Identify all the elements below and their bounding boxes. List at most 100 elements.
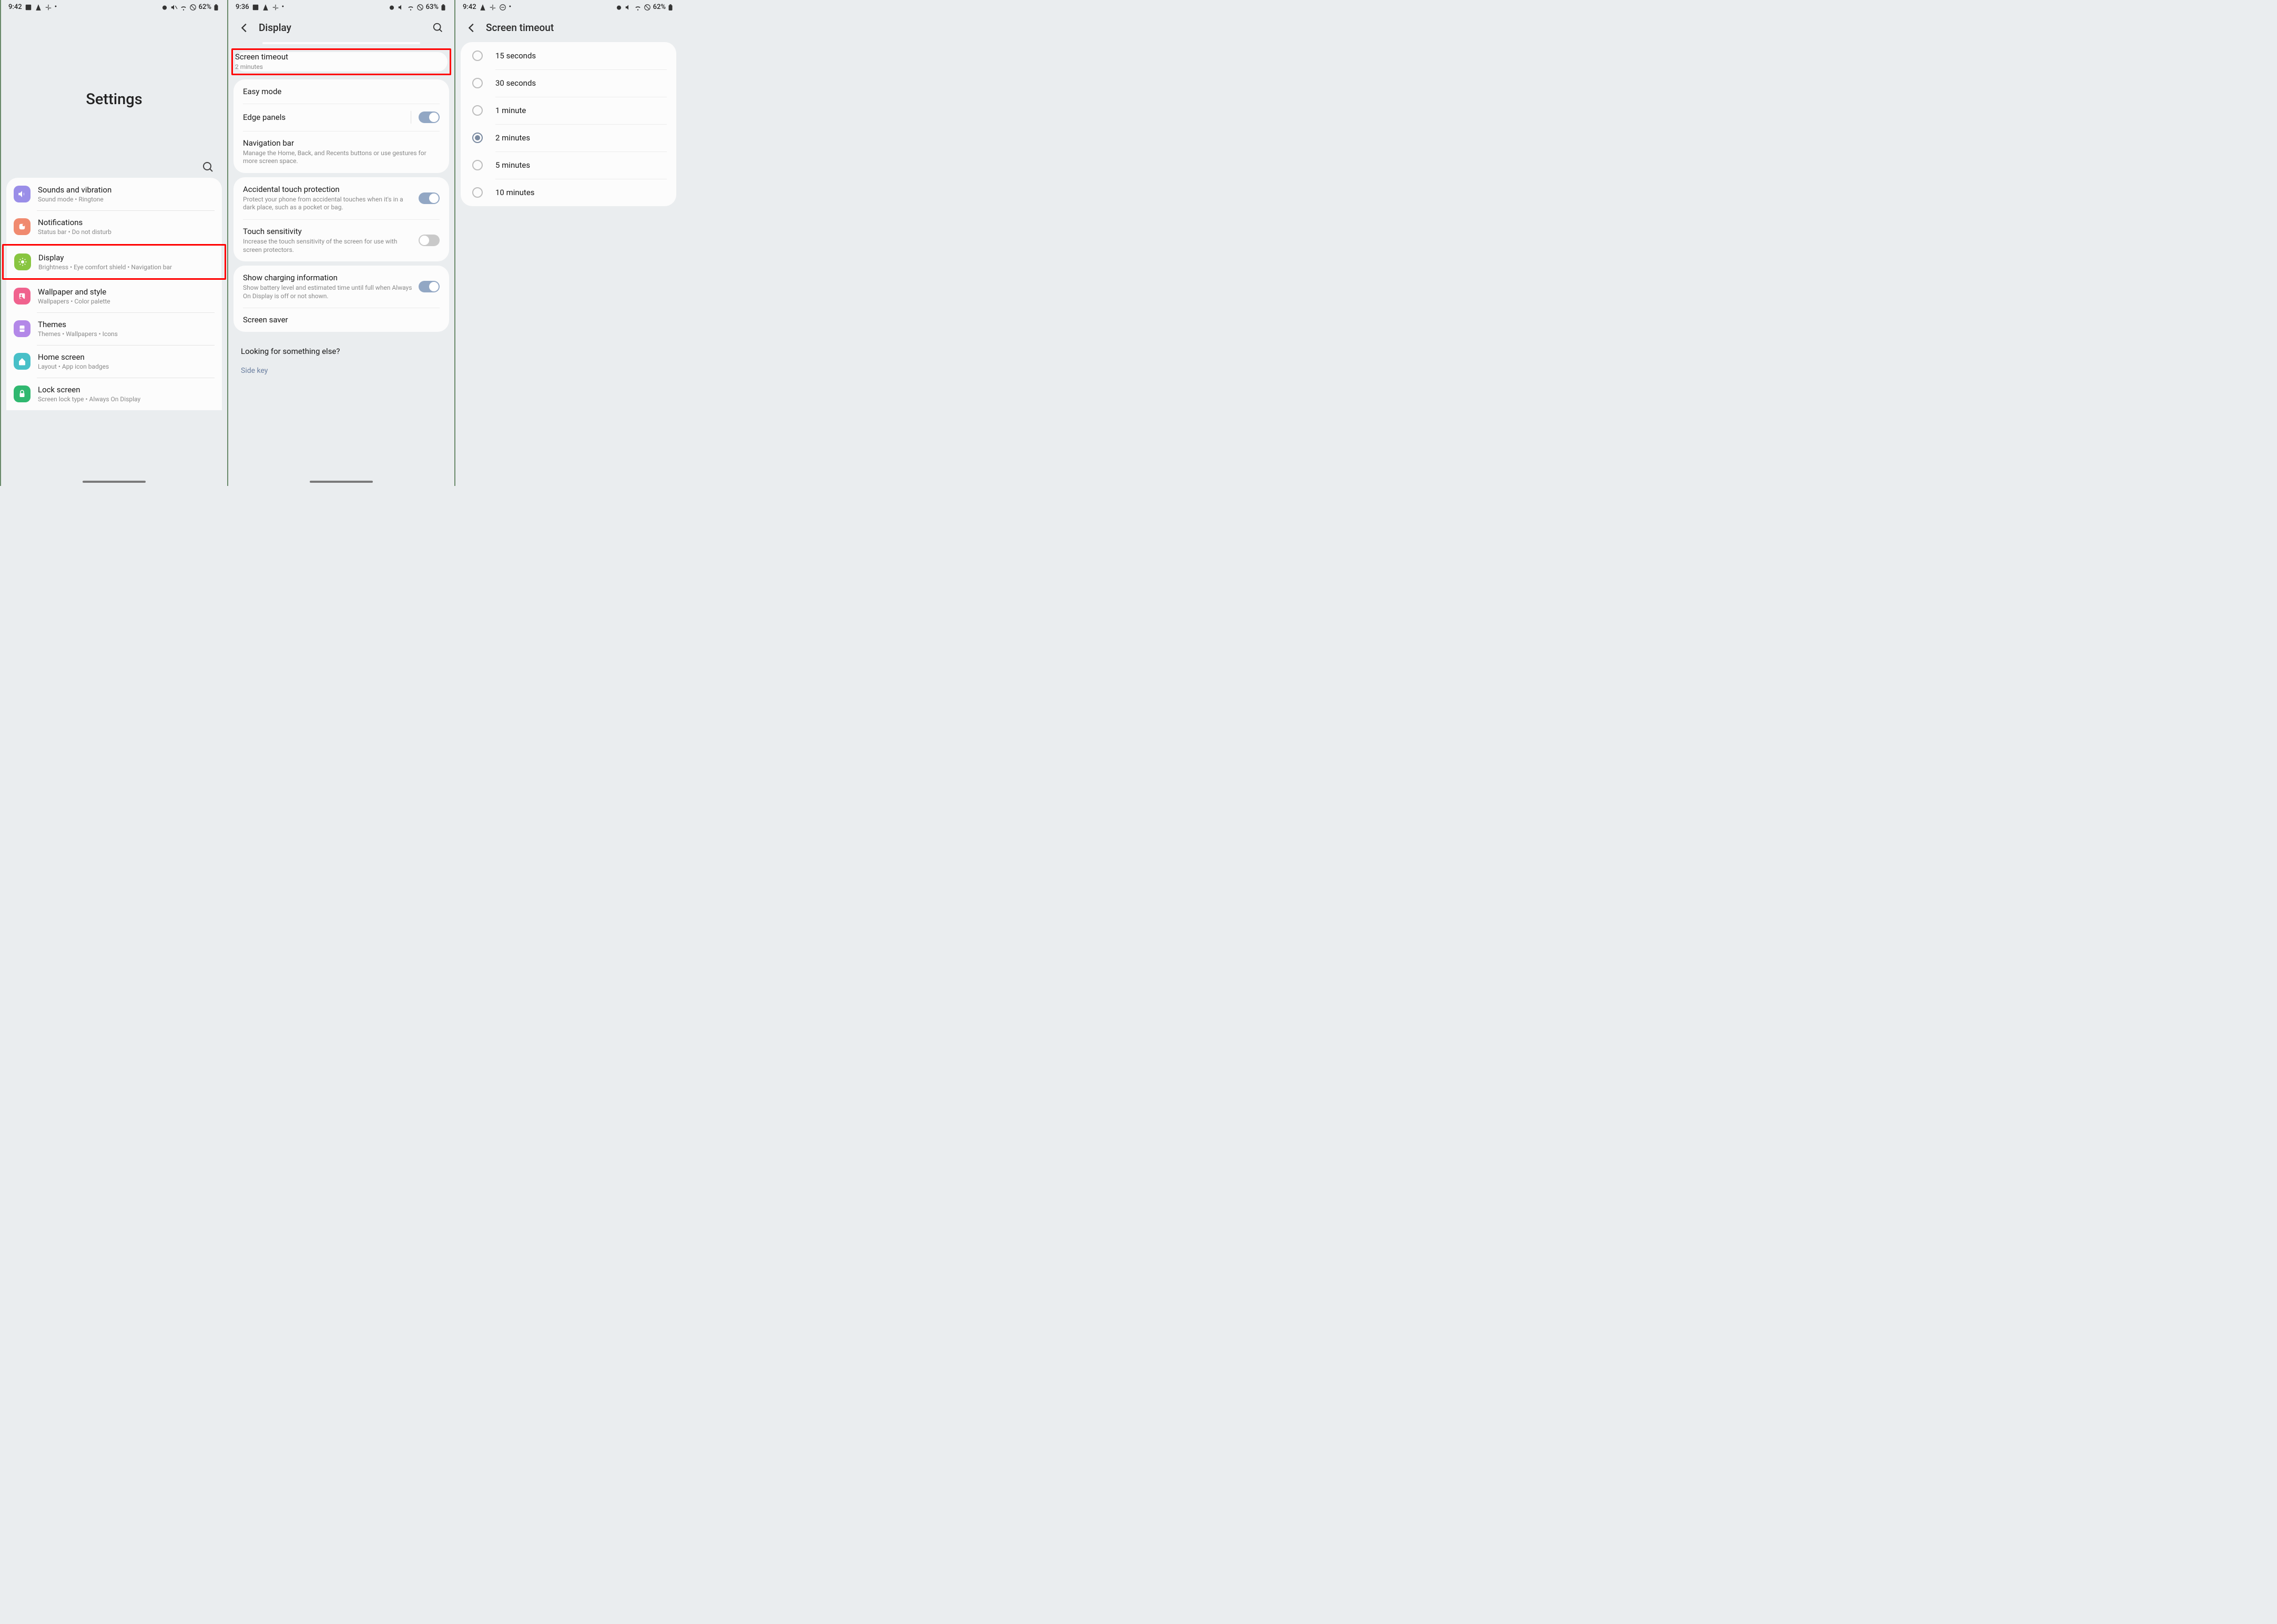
row-sub: Sound mode • Ringtone <box>38 196 217 203</box>
radio-option-15s[interactable]: 15 seconds <box>461 42 676 69</box>
row-title: Lock screen <box>38 385 217 394</box>
row-title: Navigation bar <box>243 138 440 148</box>
volume-icon <box>14 186 31 202</box>
row-sub: Brightness • Eye comfort shield • Naviga… <box>38 263 216 271</box>
block-icon <box>189 4 197 11</box>
radio-icon <box>472 78 483 88</box>
radio-option-1m[interactable]: 1 minute <box>461 97 676 124</box>
block-icon <box>644 4 651 11</box>
radio-icon <box>472 105 483 116</box>
radio-icon <box>472 187 483 198</box>
picture-icon <box>252 4 259 11</box>
row-sub: Themes • Wallpapers • Icons <box>38 330 217 338</box>
footer-heading: Looking for something else? <box>241 347 442 356</box>
status-bar: 9:42 • 62% <box>1 0 227 14</box>
search-icon[interactable] <box>202 161 215 174</box>
mute-icon <box>625 4 632 11</box>
toggle-touch-sensitivity[interactable] <box>419 235 440 246</box>
row-accidental-touch[interactable]: Accidental touch protection Protect your… <box>233 177 449 219</box>
row-screen-timeout[interactable]: Screen timeout 2 minutes <box>235 52 448 72</box>
toggle-charging-info[interactable] <box>419 281 440 292</box>
themes-icon <box>14 320 31 337</box>
page-title: Screen timeout <box>486 22 671 34</box>
settings-row-notifications[interactable]: Notifications Status bar • Do not distur… <box>6 210 222 243</box>
settings-row-home[interactable]: Home screen Layout • App icon badges <box>6 345 222 378</box>
settings-row-lock[interactable]: Lock screen Screen lock type • Always On… <box>6 378 222 410</box>
display-group-1: Easy mode Edge panels Navigation bar Man… <box>233 79 449 173</box>
settings-row-display[interactable]: Display Brightness • Eye comfort shield … <box>7 246 221 278</box>
toggle-accidental-touch[interactable] <box>419 192 440 204</box>
row-touch-sensitivity[interactable]: Touch sensitivity Increase the touch sen… <box>233 219 449 261</box>
row-screen-saver[interactable]: Screen saver <box>233 308 449 332</box>
mute-icon <box>398 4 405 11</box>
row-sub: Show battery level and estimated time un… <box>243 284 412 300</box>
wifi-icon <box>407 4 414 11</box>
wifi-icon <box>634 4 642 11</box>
row-title: Easy mode <box>243 87 440 96</box>
radio-icon <box>472 50 483 61</box>
row-charging-info[interactable]: Show charging information Show battery l… <box>233 266 449 308</box>
battery-icon <box>440 4 447 11</box>
footer-link-side-key[interactable]: Side key <box>241 367 442 375</box>
battery-percent: 62% <box>199 3 211 11</box>
row-easy-mode[interactable]: Easy mode <box>233 79 449 104</box>
slack-icon <box>489 4 496 11</box>
display-group-3: Show charging information Show battery l… <box>233 266 449 332</box>
wifi-icon <box>180 4 187 11</box>
display-screen: 9:36 • 63% Display Screen timeout 2 minu… <box>227 0 454 486</box>
mute-icon <box>170 4 178 11</box>
slack-icon <box>45 4 52 11</box>
back-icon[interactable] <box>466 22 477 34</box>
row-sub: Protect your phone from accidental touch… <box>243 196 412 212</box>
row-title: Touch sensitivity <box>243 227 412 236</box>
highlight-screen-timeout: Screen timeout 2 minutes <box>231 48 451 75</box>
toggle-edge-panels[interactable] <box>419 111 440 123</box>
status-time: 9:36 <box>236 3 249 11</box>
row-sub: Screen lock type • Always On Display <box>38 395 217 403</box>
row-navigation-bar[interactable]: Navigation bar Manage the Home, Back, an… <box>233 131 449 173</box>
row-value: 2 minutes <box>235 63 448 72</box>
row-sub: Layout • App icon badges <box>38 363 217 370</box>
header: Screen timeout <box>455 14 682 41</box>
radio-label: 5 minutes <box>495 160 530 170</box>
home-indicator[interactable] <box>310 481 373 483</box>
radio-label: 2 minutes <box>495 133 530 143</box>
row-edge-panels[interactable]: Edge panels <box>233 104 449 131</box>
row-title: Display <box>38 253 216 262</box>
battery-percent: 62% <box>653 3 666 11</box>
home-indicator[interactable] <box>83 481 146 483</box>
alarm-icon <box>161 4 168 11</box>
page-title: Display <box>259 22 424 34</box>
radio-option-2m[interactable]: 2 minutes <box>461 124 676 151</box>
row-title: Home screen <box>38 352 217 362</box>
notifications-icon <box>14 218 31 235</box>
row-title: Notifications <box>38 218 217 227</box>
page-title: Settings <box>1 90 227 108</box>
radio-option-30s[interactable]: 30 seconds <box>461 69 676 97</box>
settings-row-themes[interactable]: Themes Themes • Wallpapers • Icons <box>6 312 222 345</box>
screen-timeout-screen: 9:42 • 62% Screen timeout 15 seconds 30 … <box>454 0 682 486</box>
row-sub: Wallpapers • Color palette <box>38 298 217 305</box>
row-title: Screen timeout <box>235 52 448 62</box>
row-sub: Increase the touch sensitivity of the sc… <box>243 238 412 254</box>
radio-label: 15 seconds <box>495 51 536 60</box>
radio-option-10m[interactable]: 10 minutes <box>461 179 676 206</box>
footer: Looking for something else? Side key <box>228 336 454 385</box>
lock-icon <box>14 385 31 402</box>
divider <box>262 42 420 44</box>
settings-screen: 9:42 • 62% Settings Sounds and vibration… <box>0 0 227 486</box>
alarm-icon <box>388 4 395 11</box>
row-title: Edge panels <box>243 113 404 122</box>
header: Display <box>228 14 454 41</box>
minus-circle-icon <box>499 4 506 11</box>
radio-label: 1 minute <box>495 106 526 115</box>
radio-icon <box>472 133 483 143</box>
radio-icon <box>472 160 483 170</box>
settings-row-sounds[interactable]: Sounds and vibration Sound mode • Ringto… <box>6 178 222 210</box>
back-icon[interactable] <box>239 22 250 34</box>
radio-option-5m[interactable]: 5 minutes <box>461 151 676 179</box>
settings-row-wallpaper[interactable]: Wallpaper and style Wallpapers • Color p… <box>6 280 222 312</box>
search-icon[interactable] <box>432 22 444 34</box>
battery-icon <box>667 4 674 11</box>
brightness-icon <box>14 253 31 270</box>
